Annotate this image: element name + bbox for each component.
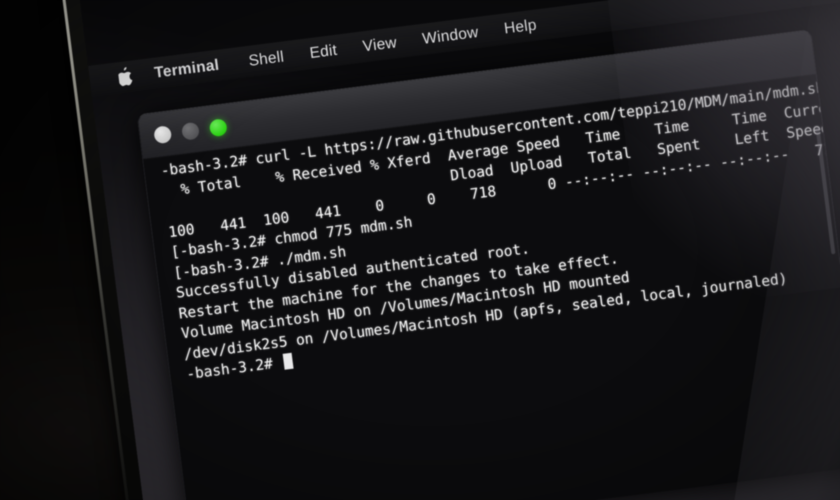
window-controls — [139, 117, 228, 146]
menu-item-window[interactable]: Window — [408, 22, 492, 50]
laptop-device: Terminal Shell Edit View Window Help Ter… — [58, 0, 840, 500]
laptop-screen: Terminal Shell Edit View Window Help Ter… — [77, 0, 840, 500]
photo-scene: Terminal Shell Edit View Window Help Ter… — [0, 0, 840, 500]
menu-item-view[interactable]: View — [349, 32, 411, 57]
zoom-button[interactable] — [208, 117, 228, 137]
terminal-window[interactable]: Terminal — -bash — 80×24 -bash-3.2# curl… — [136, 29, 840, 500]
laptop-bezel: Terminal Shell Edit View Window Help Ter… — [58, 0, 840, 500]
minimize-button[interactable] — [180, 121, 200, 141]
terminal-cursor — [282, 352, 294, 370]
menu-item-help[interactable]: Help — [490, 14, 550, 39]
menu-item-terminal[interactable]: Terminal — [153, 54, 237, 82]
apple-logo-icon[interactable] — [116, 66, 135, 88]
menu-item-edit[interactable]: Edit — [296, 40, 351, 65]
laptop-bezel-inner: Terminal Shell Edit View Window Help Ter… — [61, 0, 840, 500]
close-button[interactable] — [153, 124, 173, 144]
menu-item-shell[interactable]: Shell — [235, 46, 298, 72]
